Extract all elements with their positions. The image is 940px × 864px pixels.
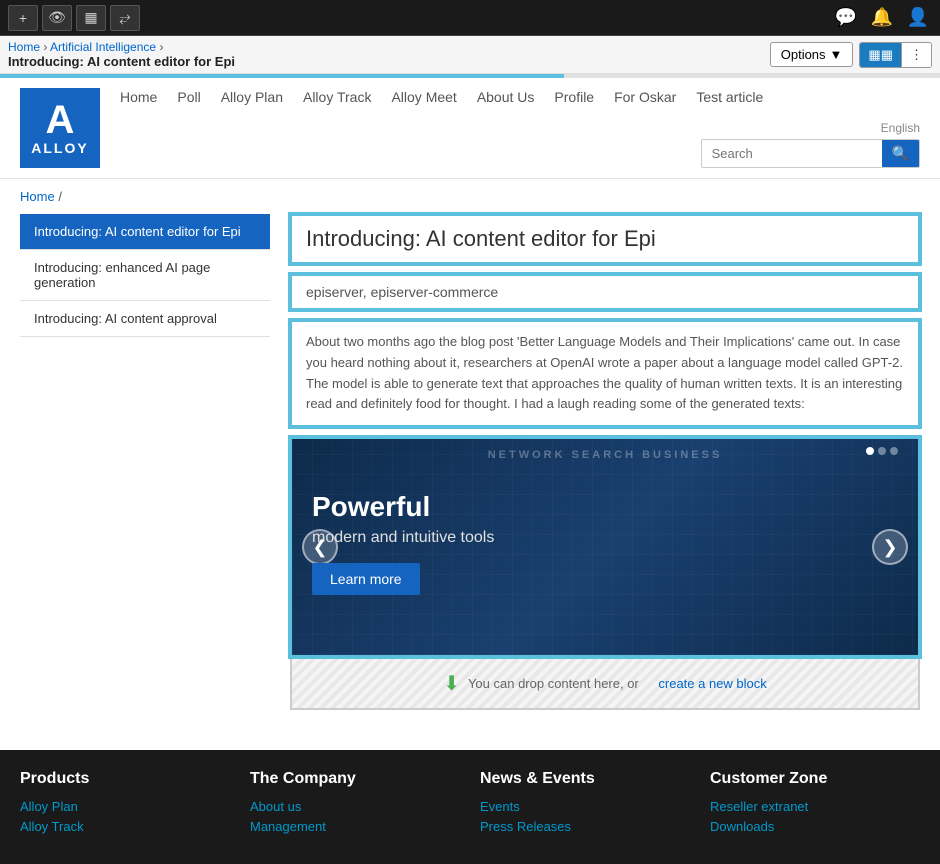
footer-link-about-us[interactable]: About us xyxy=(250,798,460,814)
article-body-text: About two months ago the blog post 'Bett… xyxy=(306,334,903,411)
user-icon-button[interactable]: 👤 xyxy=(904,5,932,31)
drop-zone[interactable]: ⬇ You can drop content here, or create a… xyxy=(290,657,920,710)
article-body[interactable]: About two months ago the blog post 'Bett… xyxy=(290,320,920,427)
carousel-dot-1[interactable] xyxy=(866,447,874,455)
footer-col-news: News & Events Events Press Releases xyxy=(480,770,690,838)
footer-company-heading: The Company xyxy=(250,770,460,788)
carousel-dot-3[interactable] xyxy=(890,447,898,455)
logo-letter: A xyxy=(46,100,75,140)
footer-col-products: Products Alloy Plan Alloy Track xyxy=(20,770,230,838)
footer-products-heading: Products xyxy=(20,770,230,788)
sidebar: Introducing: AI content editor for Epi I… xyxy=(20,214,270,710)
options-label: Options xyxy=(781,47,826,62)
breadcrumb-section-link[interactable]: Artificial Intelligence xyxy=(50,40,156,54)
nav-item-test-article[interactable]: Test article xyxy=(696,89,763,105)
create-new-block-link[interactable]: create a new block xyxy=(658,676,766,691)
carousel-dots xyxy=(866,447,898,455)
article-tags[interactable]: episerver, episerver-commerce xyxy=(290,274,920,310)
site-logo: A ALLOY xyxy=(20,88,100,168)
carousel-learn-more-button[interactable]: Learn more xyxy=(312,563,420,595)
nav-item-about-us[interactable]: About Us xyxy=(477,89,535,105)
chevron-down-icon: ▼ xyxy=(830,47,843,62)
editor-toolbar: + 👁 ▦ ⥂ 💬 🔔 👤 xyxy=(0,0,940,36)
bell-icon-button[interactable]: 🔔 xyxy=(868,5,896,31)
carousel-next-button[interactable]: ❯ xyxy=(872,529,908,565)
nav-item-home[interactable]: Home xyxy=(120,89,157,105)
editor-page-title: Introducing: AI content editor for Epi xyxy=(8,54,235,69)
drop-zone-space xyxy=(647,676,651,691)
footer-grid: Products Alloy Plan Alloy Track The Comp… xyxy=(20,770,920,838)
site-header: A ALLOY Home Poll Alloy Plan Alloy Track… xyxy=(0,78,940,179)
breadcrumb-sep2: › xyxy=(159,40,163,54)
view-toggle: ▦▦ ⋮ xyxy=(859,42,932,68)
sidebar-item-3[interactable]: Introducing: AI content approval xyxy=(20,301,270,337)
chevron-right-icon: ❯ xyxy=(882,537,897,558)
footer-link-events[interactable]: Events xyxy=(480,798,690,814)
preview-button[interactable]: 👁 xyxy=(42,5,72,31)
search-area: English 🔍 xyxy=(120,121,920,168)
footer-company-list: About us Management xyxy=(250,798,460,834)
site-wrapper: A ALLOY Home Poll Alloy Plan Alloy Track… xyxy=(0,78,940,864)
footer-news-heading: News & Events xyxy=(480,770,690,788)
breadcrumb-path: Home › Artificial Intelligence › xyxy=(8,40,235,54)
article-title[interactable]: Introducing: AI content editor for Epi xyxy=(290,214,920,264)
nav-item-for-oskar[interactable]: For Oskar xyxy=(614,89,676,105)
footer-products-list: Alloy Plan Alloy Track xyxy=(20,798,230,834)
footer-link-reseller[interactable]: Reseller extranet xyxy=(710,798,920,814)
carousel-header-text: NETWORK SEARCH BUSINESS xyxy=(292,449,918,461)
carousel-title: Powerful xyxy=(312,491,494,523)
carousel-text-area: Powerful modern and intuitive tools Lear… xyxy=(312,491,494,595)
footer-news-list: Events Press Releases xyxy=(480,798,690,834)
nav-item-alloy-track[interactable]: Alloy Track xyxy=(303,89,371,105)
drop-icon: ⬇ xyxy=(443,671,460,696)
site-nav: Home Poll Alloy Plan Alloy Track Alloy M… xyxy=(120,89,920,105)
article-title-text: Introducing: AI content editor for Epi xyxy=(306,226,656,251)
page-breadcrumb: Home / xyxy=(0,179,940,214)
main-content: Introducing: AI content editor for Epi I… xyxy=(0,214,940,730)
sidebar-item-2[interactable]: Introducing: enhanced AI page generation xyxy=(20,250,270,301)
footer-col-company: The Company About us Management xyxy=(250,770,460,838)
search-button[interactable]: 🔍 xyxy=(882,140,919,167)
breadcrumb-home-link[interactable]: Home xyxy=(8,40,40,54)
sidebar-item-1[interactable]: Introducing: AI content editor for Epi xyxy=(20,214,270,250)
chat-icon-button[interactable]: 💬 xyxy=(832,5,860,31)
footer-link-press-releases[interactable]: Press Releases xyxy=(480,818,690,834)
carousel-dot-2[interactable] xyxy=(878,447,886,455)
nav-item-alloy-plan[interactable]: Alloy Plan xyxy=(221,89,283,105)
site-nav-area: Home Poll Alloy Plan Alloy Track Alloy M… xyxy=(120,89,920,168)
footer-link-downloads[interactable]: Downloads xyxy=(710,818,920,834)
search-input[interactable] xyxy=(702,141,882,166)
footer-customer-list: Reseller extranet Downloads xyxy=(710,798,920,834)
language-label: English xyxy=(881,121,920,135)
footer-customer-heading: Customer Zone xyxy=(710,770,920,788)
carousel-block: NETWORK SEARCH BUSINESS ❮ Powerful moder… xyxy=(290,437,920,657)
footer-link-alloy-plan[interactable]: Alloy Plan xyxy=(20,798,230,814)
view-list-button[interactable]: ⋮ xyxy=(902,43,931,67)
page-breadcrumb-sep: / xyxy=(58,189,62,204)
nav-item-alloy-meet[interactable]: Alloy Meet xyxy=(391,89,456,105)
footer-link-alloy-track[interactable]: Alloy Track xyxy=(20,818,230,834)
options-area: Options ▼ ▦▦ ⋮ xyxy=(770,42,932,68)
resize-button[interactable]: ⥂ xyxy=(110,5,140,31)
view-grid-button[interactable]: ▦▦ xyxy=(860,43,901,67)
footer-link-management[interactable]: Management xyxy=(250,818,460,834)
nav-item-poll[interactable]: Poll xyxy=(177,89,200,105)
search-form: 🔍 xyxy=(701,139,920,168)
plus-button[interactable]: + xyxy=(8,5,38,31)
drop-zone-text: You can drop content here, or xyxy=(468,676,639,691)
frames-button[interactable]: ▦ xyxy=(76,5,106,31)
article-content: Introducing: AI content editor for Epi e… xyxy=(290,214,920,710)
site-footer: Products Alloy Plan Alloy Track The Comp… xyxy=(0,750,940,864)
footer-col-customer: Customer Zone Reseller extranet Download… xyxy=(710,770,920,838)
nav-item-profile[interactable]: Profile xyxy=(554,89,594,105)
options-button[interactable]: Options ▼ xyxy=(770,42,854,67)
editor-breadcrumb-bar: Home › Artificial Intelligence › Introdu… xyxy=(0,36,940,74)
logo-text: ALLOY xyxy=(31,140,88,156)
carousel-subtitle: modern and intuitive tools xyxy=(312,529,494,547)
article-tags-text: episerver, episerver-commerce xyxy=(306,284,498,300)
page-breadcrumb-home[interactable]: Home xyxy=(20,189,55,204)
